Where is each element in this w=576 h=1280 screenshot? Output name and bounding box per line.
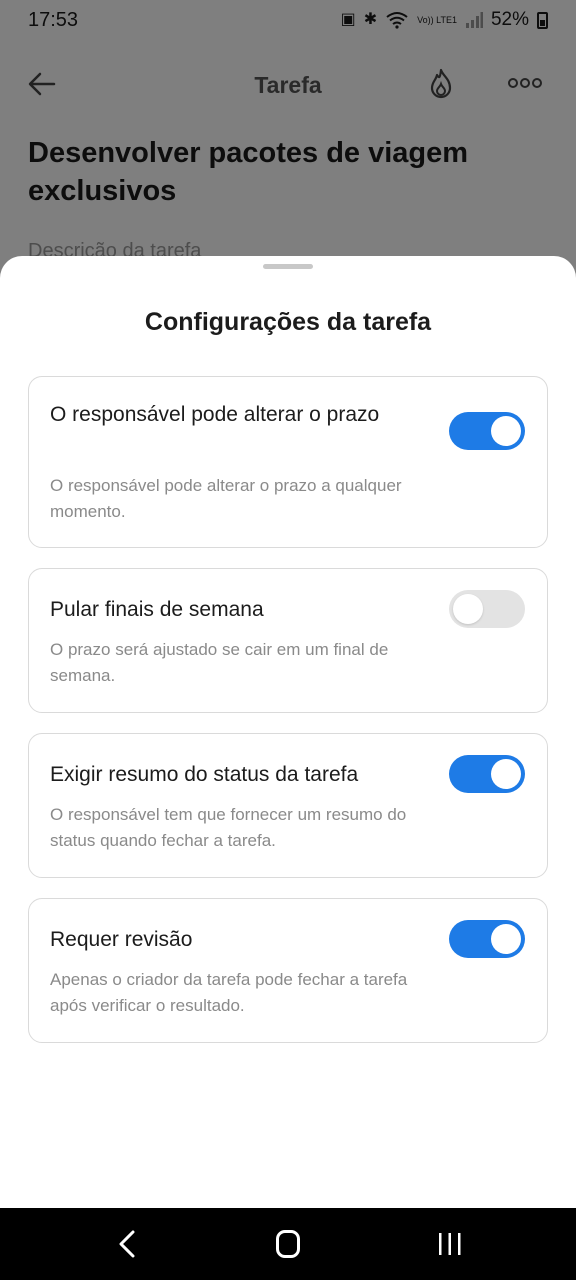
nav-home-icon[interactable] bbox=[276, 1230, 300, 1258]
sheet-drag-handle[interactable] bbox=[263, 264, 313, 269]
setting-title: Exigir resumo do status da tarefa bbox=[50, 763, 359, 786]
toggle-change-deadline[interactable] bbox=[449, 412, 525, 450]
toggle-require-review[interactable] bbox=[449, 920, 525, 958]
setting-card-skip-weekends: Pular finais de semana O prazo será ajus… bbox=[28, 568, 548, 713]
toggle-knob bbox=[491, 924, 521, 954]
setting-card-require-status-summary: Exigir resumo do status da tarefa O resp… bbox=[28, 733, 548, 878]
toggle-knob bbox=[491, 416, 521, 446]
setting-card-require-review: Requer revisão Apenas o criador da taref… bbox=[28, 898, 548, 1043]
setting-description: Apenas o criador da tarefa pode fechar a… bbox=[50, 970, 408, 1015]
toggle-skip-weekends[interactable] bbox=[449, 590, 525, 628]
setting-description: O prazo será ajustado se cair em um fina… bbox=[50, 640, 389, 685]
toggle-knob bbox=[491, 759, 521, 789]
setting-title: O responsável pode alterar o prazo bbox=[50, 403, 380, 426]
toggle-knob bbox=[453, 594, 483, 624]
sheet-title: Configurações da tarefa bbox=[144, 308, 432, 336]
nav-recents-icon[interactable] bbox=[436, 1232, 464, 1256]
setting-description: O responsável tem que fornecer um resumo… bbox=[50, 805, 407, 850]
toggle-require-status-summary[interactable] bbox=[449, 755, 525, 793]
setting-title: Requer revisão bbox=[50, 928, 193, 951]
setting-card-change-deadline: O responsável pode alterar o prazo O res… bbox=[28, 376, 548, 548]
setting-title: Pular finais de semana bbox=[50, 598, 264, 621]
nav-back-icon[interactable] bbox=[112, 1228, 144, 1260]
setting-description: O responsável pode alterar o prazo a qua… bbox=[50, 476, 402, 521]
system-nav-bar bbox=[0, 1208, 576, 1280]
task-settings-sheet: Configurações da tarefa O responsável po… bbox=[0, 256, 576, 1208]
